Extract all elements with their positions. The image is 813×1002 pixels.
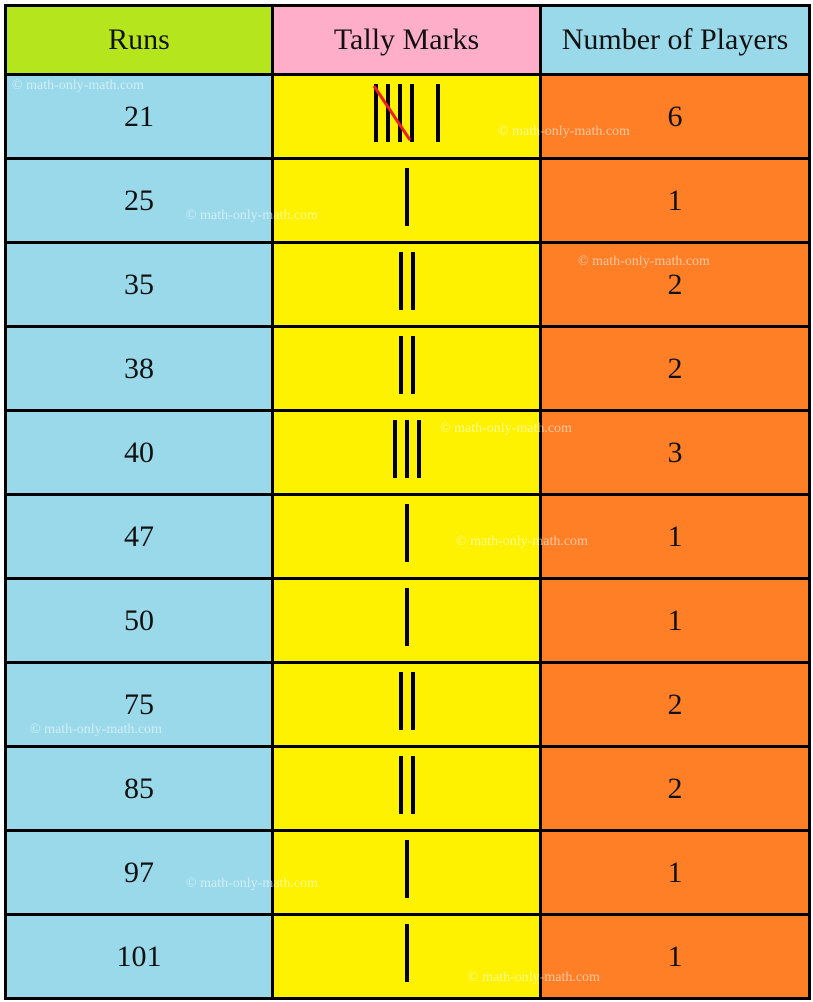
table-row: 47 1	[4, 493, 811, 580]
players-cell: 1	[539, 493, 811, 580]
tally-marks	[398, 671, 415, 730]
tally-marks	[398, 251, 415, 310]
runs-cell: 101	[4, 913, 274, 1000]
tally-stick	[392, 419, 397, 478]
players-cell: 1	[539, 913, 811, 1000]
table-body: 21 6 25 1 35 2 38 2 40 3 47 1 50 1 75 2 85 2 97 1 101 1	[4, 73, 811, 1000]
runs-cell: 25	[4, 157, 274, 244]
tally-slash	[372, 84, 411, 141]
tally-cell	[271, 73, 542, 160]
players-cell: 3	[539, 409, 811, 496]
runs-cell: 35	[4, 241, 274, 328]
tally-stick	[404, 923, 409, 982]
tally-stick	[410, 755, 415, 814]
tally-group-of-five	[372, 83, 414, 142]
runs-cell: 75	[4, 661, 274, 748]
players-cell: 2	[539, 325, 811, 412]
tally-stick	[410, 251, 415, 310]
table-row: 75 2	[4, 661, 811, 748]
header-row: Runs Tally Marks Number of Players	[4, 4, 811, 76]
tally-cell	[271, 409, 542, 496]
tally-marks	[404, 839, 409, 898]
header-tally-marks: Tally Marks	[271, 4, 542, 76]
tally-cell	[271, 913, 542, 1000]
tally-stick	[404, 839, 409, 898]
tally-stick	[404, 167, 409, 226]
players-cell: 1	[539, 157, 811, 244]
header-number-of-players: Number of Players	[539, 4, 811, 76]
tally-cell	[271, 325, 542, 412]
table-row: 35 2	[4, 241, 811, 328]
tally-stick	[435, 83, 440, 142]
tally-marks	[404, 587, 409, 646]
tally-marks	[404, 503, 409, 562]
players-cell: 1	[539, 577, 811, 664]
table-row: 85 2	[4, 745, 811, 832]
header-runs: Runs	[4, 4, 274, 76]
players-cell: 2	[539, 661, 811, 748]
tally-cell	[271, 577, 542, 664]
tally-cell	[271, 661, 542, 748]
runs-cell: 47	[4, 493, 274, 580]
table-row: 38 2	[4, 325, 811, 412]
players-cell: 2	[539, 241, 811, 328]
runs-cell: 85	[4, 745, 274, 832]
table-row: 50 1	[4, 577, 811, 664]
runs-tally-table: Runs Tally Marks Number of Players 21 6 25…	[4, 4, 811, 1000]
players-cell: 6	[539, 73, 811, 160]
tally-stick	[398, 755, 403, 814]
tally-stick	[410, 335, 415, 394]
runs-cell: 50	[4, 577, 274, 664]
tally-marks	[372, 83, 440, 142]
tally-stick	[404, 419, 409, 478]
tally-marks	[398, 755, 415, 814]
tally-stick	[404, 587, 409, 646]
table-row: 97 1	[4, 829, 811, 916]
tally-cell	[271, 157, 542, 244]
runs-cell: 97	[4, 829, 274, 916]
tally-stick	[410, 671, 415, 730]
tally-cell	[271, 829, 542, 916]
table-row: 21 6	[4, 73, 811, 160]
tally-stick	[416, 419, 421, 478]
table-row: 101 1	[4, 913, 811, 1000]
runs-cell: 38	[4, 325, 274, 412]
tally-cell	[271, 241, 542, 328]
players-cell: 2	[539, 745, 811, 832]
tally-stick	[398, 251, 403, 310]
tally-marks	[392, 419, 421, 478]
tally-stick	[404, 503, 409, 562]
tally-marks	[404, 923, 409, 982]
tally-marks	[404, 167, 409, 226]
tally-marks	[398, 335, 415, 394]
runs-cell: 21	[4, 73, 274, 160]
table-row: 25 1	[4, 157, 811, 244]
tally-stick	[398, 335, 403, 394]
runs-cell: 40	[4, 409, 274, 496]
tally-stick	[398, 671, 403, 730]
tally-cell	[271, 493, 542, 580]
tally-cell	[271, 745, 542, 832]
players-cell: 1	[539, 829, 811, 916]
table-row: 40 3	[4, 409, 811, 496]
